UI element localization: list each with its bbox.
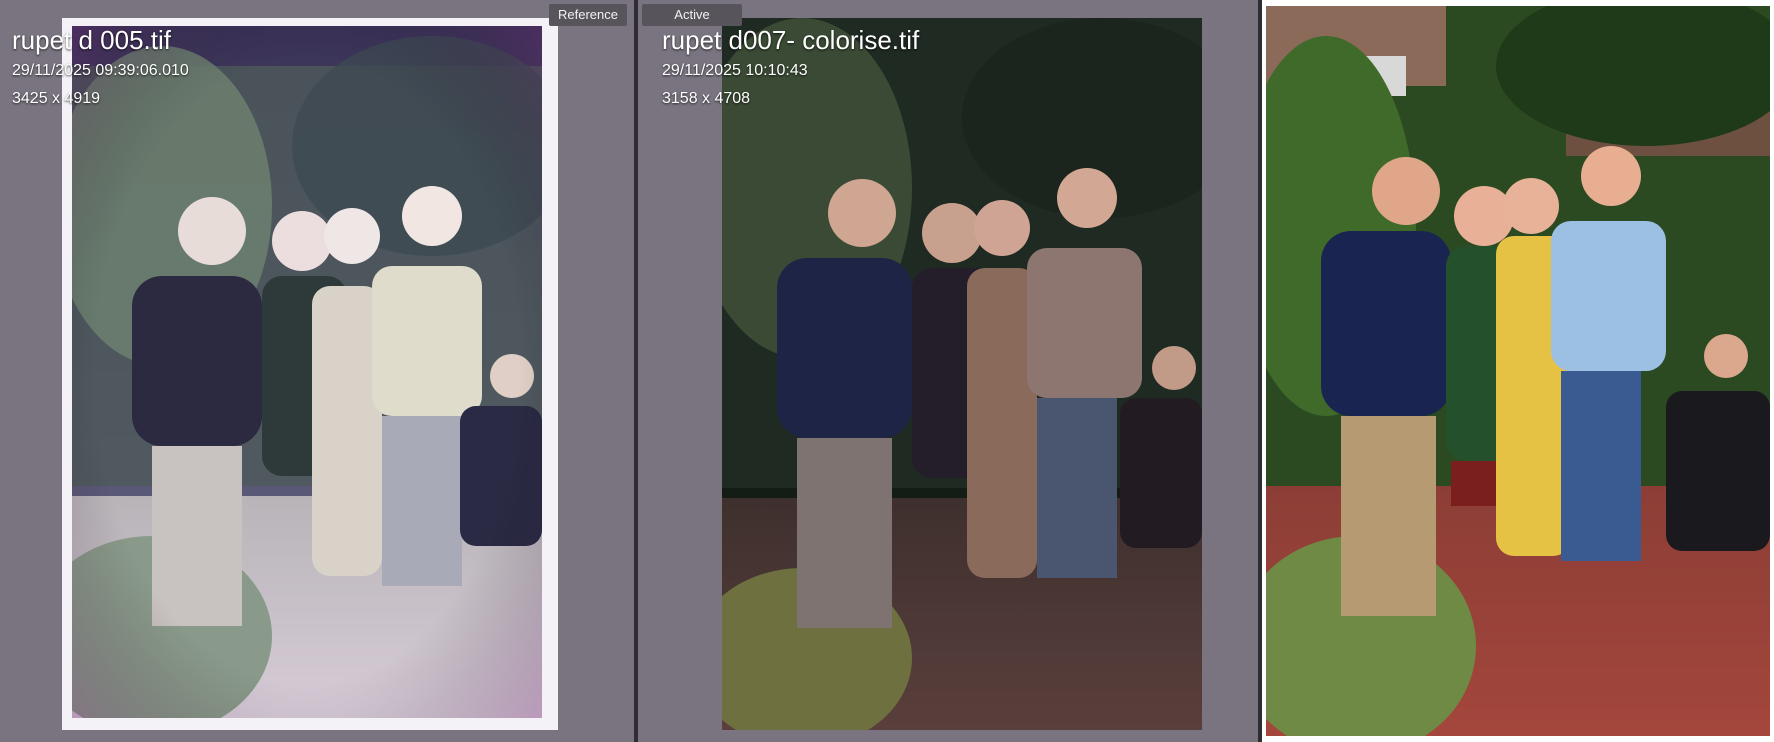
reference-photo[interactable] [72, 26, 542, 718]
reference-photo-image [72, 26, 542, 718]
reference-photo-border [62, 18, 558, 730]
color-reference-pane[interactable] [1262, 0, 1774, 742]
color-reference-photo-image [1266, 6, 1770, 736]
reference-filename: rupet d 005.tif [12, 25, 171, 55]
active-photo-image [722, 18, 1202, 730]
active-photo[interactable] [722, 18, 1202, 730]
active-datetime: 29/11/2025 10:10:43 [662, 62, 808, 79]
color-reference-photo[interactable] [1266, 6, 1770, 736]
active-pane[interactable]: Active rupet d007- colorise.tif 29/11/20… [638, 0, 1258, 742]
active-dimensions: 3158 x 4708 [662, 90, 751, 107]
reference-pane[interactable]: Reference rupet d 005.tif 29/11/2025 09:… [0, 0, 634, 742]
active-filename: rupet d007- colorise.tif [662, 25, 920, 55]
tab-active[interactable]: Active [642, 4, 742, 26]
reference-datetime: 29/11/2025 09:39:06.010 [12, 62, 189, 79]
tab-reference[interactable]: Reference [549, 4, 627, 26]
reference-dimensions: 3425 x 4919 [12, 90, 101, 107]
